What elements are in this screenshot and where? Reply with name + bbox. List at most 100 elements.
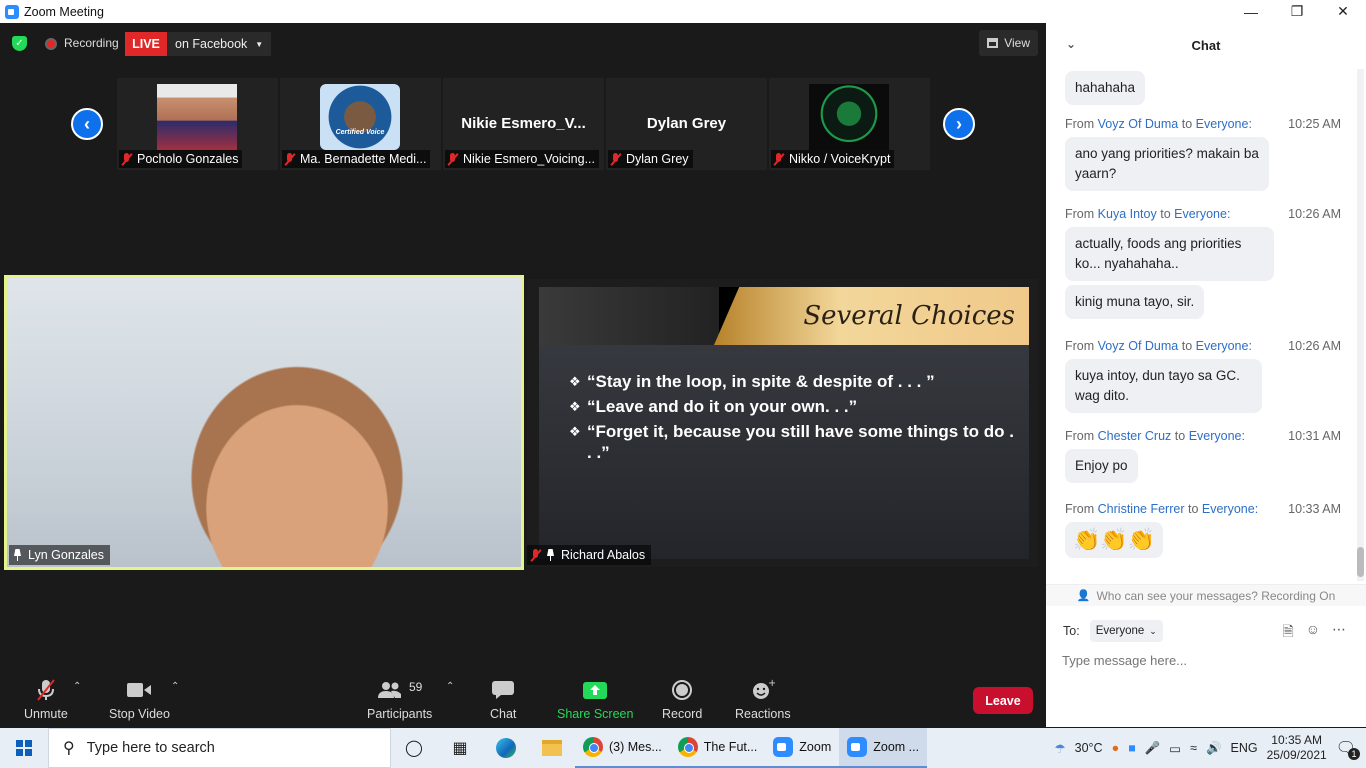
photo-caption: Certified Voice [335,129,385,136]
meeting-area: ✓ Recording LIVE on Facebook ▼ View ‹ Po… [0,23,1046,727]
chat-message-input[interactable] [1062,649,1352,671]
weather-temp[interactable]: 30°C [1075,741,1103,755]
taskbar-app-zoom-active[interactable]: Zoom ... [839,728,928,768]
chat-message-meta: From Voyz Of Duma to Everyone: 10:25 AM [1065,117,1341,131]
slide-bullet: “Leave and do it on your own. . .” [569,396,1019,417]
more-options-icon[interactable]: ⋯ [1332,621,1346,645]
system-tray: ☂ 30°C ● ■ 🎤 ▭ ≈ 🔊 ENG 10:35 AM 25/09/20… [1054,728,1366,768]
recording-icon [45,38,57,50]
to-word: to [1181,117,1193,131]
minimize-button[interactable]: — [1228,0,1274,23]
speaker-name: Lyn Gonzales [28,548,104,562]
muted-mic-icon [774,152,783,166]
tray-app-icon[interactable]: ● [1112,741,1120,755]
video-options-caret-icon[interactable]: ⌃ [171,681,179,692]
search-icon: ⚲ [63,740,75,757]
audio-options-caret-icon[interactable]: ⌃ [73,681,81,692]
participant-thumbnail[interactable]: Dylan Grey Dylan Grey [606,78,767,170]
chevron-down-icon[interactable]: ⌄ [1066,37,1076,51]
speaker-icon[interactable]: 🔊 [1206,741,1222,756]
chat-title: Chat [1191,37,1221,53]
reactions-button[interactable]: + Reactions [735,677,791,721]
sender-name[interactable]: Voyz Of Duma [1098,339,1179,353]
task-view-icon[interactable]: ▦ [437,728,483,768]
sender-name[interactable]: Voyz Of Duma [1098,117,1179,131]
file-explorer-icon[interactable] [529,728,575,768]
leave-button[interactable]: Leave [973,687,1033,714]
taskbar-app-chrome[interactable]: (3) Mes... [575,728,670,768]
start-button[interactable] [0,728,48,768]
participant-name: Pocholo Gonzales [137,152,239,166]
taskbar-search[interactable]: ⚲ Type here to search [48,728,391,768]
participant-thumbnail[interactable]: Pocholo Gonzales [117,78,278,170]
muted-mic-icon [285,152,294,166]
taskbar-clock[interactable]: 10:35 AM 25/09/2021 [1267,733,1327,763]
recipient-dropdown[interactable]: Everyone ⌄ [1089,620,1163,642]
view-button[interactable]: View [979,30,1038,56]
next-page-button[interactable]: › [943,108,975,140]
cortana-icon[interactable]: ◯ [391,728,437,768]
active-speaker-video[interactable]: Lyn Gonzales [4,275,524,570]
record-icon [671,677,693,703]
taskbar-app-zoom[interactable]: Zoom [765,728,840,768]
shared-content-video[interactable]: Several Choices “Stay in the loop, in sp… [527,279,1038,567]
taskbar-app-label: The Fut... [703,740,758,754]
stop-video-button[interactable]: Stop Video [109,677,170,721]
participants-label: Participants [367,707,433,721]
recording-label[interactable]: Recording [64,36,119,50]
sender-name[interactable]: Chester Cruz [1098,429,1172,443]
chat-bubble: hahahaha [1065,71,1146,105]
chat-button[interactable]: Chat [490,677,516,721]
encryption-shield-icon[interactable]: ✓ [12,36,27,51]
microphone-icon[interactable]: 🎤 [1145,741,1161,756]
unmute-button[interactable]: Unmute [24,677,68,721]
share-screen-button[interactable]: Share Screen [557,677,633,721]
zoom-tray-icon[interactable]: ■ [1128,741,1136,755]
speaker-name: Richard Abalos [561,548,646,562]
participants-button[interactable]: 59 Participants [367,677,432,721]
search-placeholder: Type here to search [86,740,215,756]
language-indicator[interactable]: ENG [1231,741,1258,755]
clock-time: 10:35 AM [1271,733,1322,747]
chevron-down-icon: ⌄ [1149,625,1157,636]
battery-icon[interactable]: ▭ [1169,741,1181,756]
participant-thumbnail[interactable]: Nikie Esmero_V... Nikie Esmero_Voicing..… [443,78,604,170]
muted-mic-icon [35,677,57,703]
taskbar-app-chrome[interactable]: The Fut... [669,728,766,768]
chat-privacy-note[interactable]: 👤 Who can see your messages? Recording O… [1046,584,1366,606]
message-time: 10:33 AM [1288,502,1341,516]
prev-page-button[interactable]: ‹ [71,108,103,140]
clock-date: 25/09/2021 [1266,748,1327,762]
chat-scrollbar[interactable] [1357,69,1364,581]
participants-options-caret-icon[interactable]: ⌃ [446,681,454,692]
participant-label: Nikko / VoiceKrypt [771,150,895,168]
sender-name[interactable]: Kuya Intoy [1098,207,1157,221]
sender-name[interactable]: Christine Ferrer [1098,502,1185,516]
chat-scrollbar-thumb[interactable] [1357,547,1364,577]
record-button[interactable]: Record [662,677,702,721]
participant-thumbnail[interactable]: Nikko / VoiceKrypt [769,78,930,170]
file-icon[interactable]: 🗎 [1282,621,1293,645]
recipient-value: Everyone [1095,625,1145,637]
to-word: to [1181,339,1193,353]
emoji-icon[interactable]: ☺ [1306,621,1320,645]
zoom-app-icon [5,4,19,19]
wifi-icon[interactable]: ≈ [1190,741,1197,755]
notifications-icon[interactable]: 🗨 1 [1336,738,1360,760]
live-destination-dropdown[interactable]: on Facebook ▼ [167,32,272,56]
from-label: From [1065,502,1095,516]
share-screen-icon [583,677,608,703]
muted-mic-icon [611,152,620,166]
close-button[interactable]: ✕ [1320,0,1366,23]
chat-message-list[interactable]: hahahaha From Voyz Of Duma to Everyone: … [1046,67,1354,585]
message-time: 10:31 AM [1288,429,1341,443]
weather-icon[interactable]: ☂ [1054,741,1065,756]
record-label: Record [662,707,703,721]
edge-browser-icon[interactable] [483,728,529,768]
participant-name: Nikko / VoiceKrypt [789,152,891,166]
participant-thumbnail[interactable]: Certified Voice Ma. Bernadette Medi... [280,78,441,170]
slide-bullet: “Stay in the loop, in spite & despite of… [569,371,1019,392]
slide-title: Several Choices [803,301,1015,331]
restore-button[interactable]: ❐ [1274,0,1320,23]
muted-mic-icon [122,152,131,166]
